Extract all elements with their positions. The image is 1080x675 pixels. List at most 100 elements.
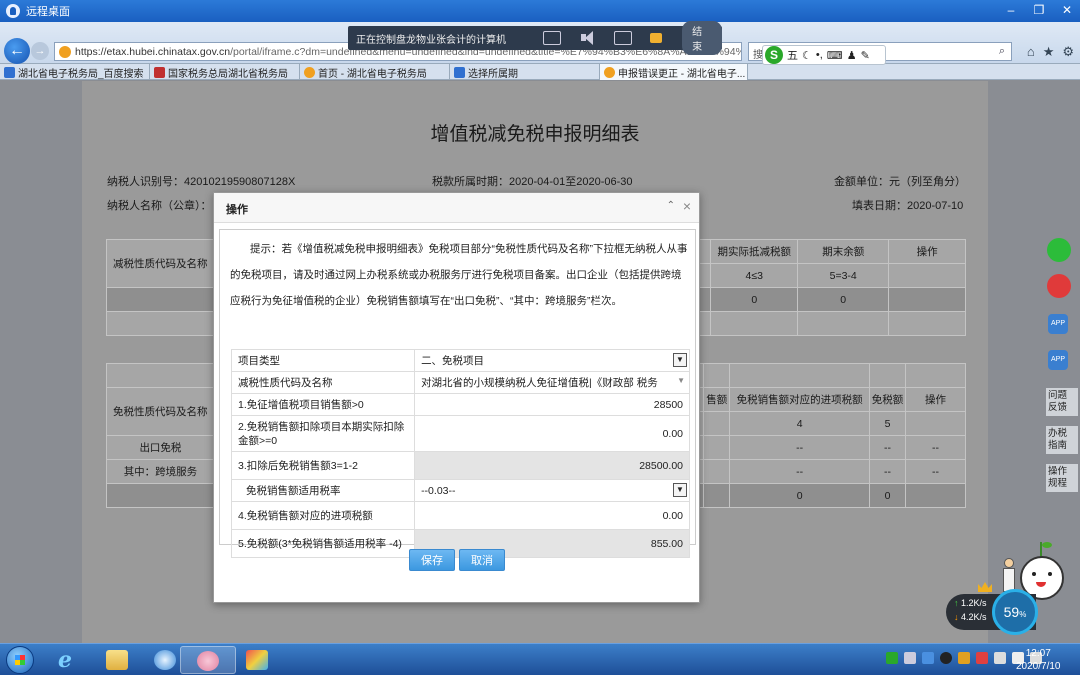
save-button[interactable]: 保存 — [409, 549, 455, 571]
deducted-sales-value: 28500.00 — [414, 451, 690, 480]
remote-control-status: 正在控制盘龙物业张会计的计算机 — [356, 34, 506, 46]
exempt-sales-input[interactable]: 28500 — [414, 393, 690, 416]
favorites-icon[interactable]: ★ — [1043, 44, 1055, 60]
clock-time: 12:07 — [1025, 648, 1051, 659]
security-tray-icon[interactable] — [976, 652, 988, 664]
total-actual: 0 — [710, 287, 799, 312]
taskbar-clock[interactable]: 12:07 2020/7/10 — [1016, 647, 1061, 673]
search-icon[interactable]: ⌕ — [999, 45, 1005, 58]
fill-date-line: 填表日期：2020-07-10 — [852, 200, 964, 212]
tax-period-line: 税款所属时期：2020-04-01至2020-06-30 — [432, 176, 633, 188]
taskbar-qq-doll[interactable] — [180, 646, 236, 674]
tab-correction-active[interactable]: 申报错误更正 - 湖北省电子... ✕ — [600, 64, 748, 80]
restore-icon[interactable]: ❐ — [1032, 3, 1046, 17]
close-icon[interactable]: ✕ — [1060, 3, 1074, 17]
user-icon[interactable]: ♟ — [847, 49, 857, 62]
field-label: 免税销售额适用税率 — [230, 479, 416, 502]
col-operation: 操作 — [888, 239, 966, 264]
security-tray-icon[interactable] — [958, 652, 970, 664]
remote-control-toolbar: 正在控制盘龙物业张会计的计算机 结束 — [348, 21, 723, 55]
punctuation-icon[interactable]: •, — [816, 49, 823, 61]
network-icon[interactable] — [994, 652, 1006, 664]
col-end-balance: 期末余额 — [797, 239, 890, 264]
num-tax: 5 — [869, 411, 907, 436]
hint-text: 提示：若《增值税减免税申报明细表》免税项目部分“免税性质代码及名称”下拉框无纳税… — [230, 243, 688, 307]
taxpayer-id-line: 纳税人识别号：42010219590807128X — [107, 176, 296, 188]
taskbar-paint[interactable] — [230, 646, 286, 674]
tab-hubei-tax-bureau[interactable]: 国家税务总局湖北省税务局 — [150, 64, 300, 80]
download-speed: 4.2K/s — [954, 612, 987, 622]
app-download-icon[interactable]: APP — [1048, 314, 1068, 334]
tray-icon[interactable] — [922, 652, 934, 664]
field-label: 3.扣除后免税销售额3=1-2 — [230, 451, 416, 480]
side-rules[interactable]: 操作规程 — [1046, 464, 1078, 492]
tab-favicon-icon — [154, 66, 165, 78]
minimize-icon[interactable]: – — [1004, 3, 1018, 17]
deduction-input[interactable]: 0.00 — [414, 415, 690, 452]
speaker-icon[interactable] — [579, 31, 597, 45]
fullscreen-icon[interactable] — [542, 31, 561, 45]
tab-baidu-search[interactable]: 湖北省电子税务局_百度搜索 — [0, 64, 150, 80]
input-tax-input[interactable]: 0.00 — [414, 501, 690, 530]
col-sales: 售额 — [703, 387, 731, 412]
formula-end: 5=3-4 — [797, 263, 890, 288]
tab-favicon-icon — [454, 66, 465, 78]
dialog-body: 提示：若《增值税减免税申报明细表》免税项目部分“免税性质代码及名称”下拉框无纳税… — [219, 229, 696, 558]
forward-button[interactable]: → — [31, 42, 49, 60]
row-crossborder: 其中：跨境服务 — [106, 459, 215, 484]
side-guide[interactable]: 办税指南 — [1046, 426, 1078, 454]
settings-gear-icon[interactable]: ⚙ — [1062, 44, 1074, 60]
sogou-tray-icon[interactable] — [886, 652, 898, 664]
taskbar: e 12:07 2020/7/10 — [0, 643, 1080, 675]
wechat-icon[interactable] — [1047, 238, 1071, 262]
weibo-icon[interactable] — [1047, 274, 1071, 298]
side-feedback[interactable]: 问题反馈 — [1046, 388, 1078, 416]
home-icon[interactable]: ⌂ — [1027, 44, 1035, 60]
tax-rate-select[interactable]: --0.03-- ▼ — [414, 479, 690, 502]
right-side-panel: APP APP 问题反馈 办税指南 操作规程 — [1040, 222, 1080, 522]
qq-tray-icon[interactable] — [940, 652, 952, 664]
transfer-icon[interactable] — [650, 33, 663, 43]
cloud-icon — [154, 650, 176, 670]
back-button[interactable]: ← — [4, 38, 30, 64]
tray-icon[interactable] — [904, 652, 916, 664]
project-type-select[interactable]: 二、免税项目 ▼ — [414, 349, 690, 372]
doll-app-icon — [197, 651, 219, 671]
moon-icon[interactable]: ☾ — [802, 49, 812, 62]
field-label: 项目类型 — [230, 349, 416, 372]
tab-home[interactable]: 首页 - 湖北省电子税务局 — [300, 64, 450, 80]
total-tax: 0 — [869, 483, 907, 508]
window-icon[interactable] — [614, 31, 633, 45]
dialog-header: 操作 ⌃ × — [214, 193, 699, 223]
sogou-ime-icon[interactable]: S — [765, 46, 783, 64]
clock-date: 2020/7/10 — [1016, 661, 1061, 672]
col-exempt-tax: 免税额 — [869, 387, 907, 412]
tax-period: 2020-04-01至2020-06-30 — [509, 176, 633, 188]
tab-favicon-icon — [4, 66, 15, 78]
num-input: 4 — [729, 411, 871, 436]
ime-mode[interactable]: 五 — [787, 47, 798, 63]
code-name-select[interactable]: 对湖北省的小规模纳税人免征增值税|《财政部 税务 ▼ — [414, 371, 690, 394]
tab-select-period[interactable]: 选择所属期 — [450, 64, 600, 80]
tab-favicon-icon — [304, 66, 315, 78]
window-controls: – ❐ ✕ — [1004, 3, 1074, 17]
wrench-icon[interactable]: ✎ — [861, 49, 870, 62]
reduce-code-header: 减税性质代码及名称 — [105, 239, 217, 288]
end-session-button[interactable]: 结束 — [682, 21, 723, 55]
minimize-icon[interactable]: ⌃ — [667, 200, 675, 211]
dropdown-arrow-icon[interactable]: ▼ — [673, 483, 687, 497]
dropdown-arrow-icon[interactable]: ▼ — [677, 376, 685, 385]
dropdown-arrow-icon[interactable]: ▼ — [673, 353, 687, 367]
close-icon[interactable]: × — [683, 198, 691, 214]
exempt-tax-value: 855.00 — [414, 529, 690, 558]
folder-icon — [106, 650, 128, 670]
field-label: 1.免征增值税项目销售额>0 — [230, 393, 416, 416]
remote-desktop-titlebar: 远程桌面 – ❐ ✕ — [0, 0, 1080, 22]
paint-icon — [246, 650, 268, 670]
start-button[interactable] — [6, 646, 34, 674]
memory-usage-circle[interactable]: 59% — [992, 589, 1038, 635]
ime-toolbar: S 五 ☾ •, ⌨ ♟ ✎ — [762, 45, 886, 65]
app-qrcode-icon[interactable]: APP — [1048, 350, 1068, 370]
cancel-button[interactable]: 取消 — [459, 549, 505, 571]
keyboard-icon[interactable]: ⌨ — [827, 49, 843, 62]
